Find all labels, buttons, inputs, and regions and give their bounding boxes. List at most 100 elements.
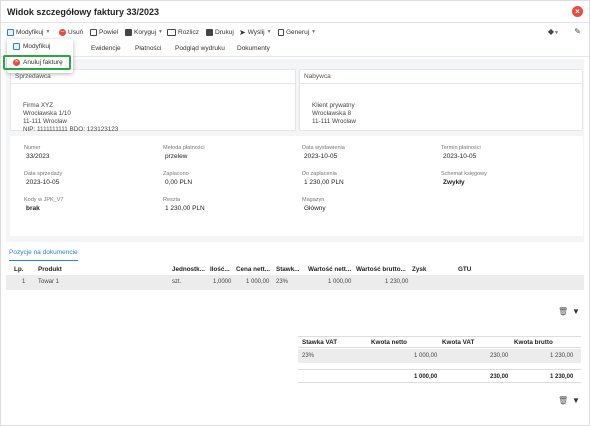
payment-method-value: przelew — [165, 153, 188, 160]
seller-card: Sprzedawca Firma XYZ Wrocławska 1/10 11-… — [10, 69, 296, 134]
col-quantity[interactable]: Ilość... — [210, 266, 230, 273]
invoice-detail-window: Widok szczegółowy faktury 33/2023 × Mody… — [0, 0, 590, 426]
buyer-name: Klient prywatny — [312, 102, 355, 109]
trash-icon[interactable]: 🗑 — [558, 307, 568, 316]
send-label: Wyślij — [247, 28, 265, 36]
edit-icon — [13, 43, 20, 50]
buyer-city: 11-111 Wrocław — [312, 118, 356, 125]
filter-icon[interactable]: ▼ — [572, 307, 580, 316]
vat-col-net[interactable]: Kwota netto — [371, 339, 407, 346]
vat-col-rate[interactable]: Stawka VAT — [302, 339, 337, 346]
cell-lp: 1 — [22, 279, 26, 285]
modify-button[interactable]: Modyfikuj ▼ — [7, 27, 50, 37]
col-product[interactable]: Produkt — [38, 266, 62, 273]
tab-print-preview[interactable]: Podgląd wydruku — [175, 45, 225, 52]
delete-button[interactable]: – Usuń — [59, 27, 83, 37]
warehouse-label: Magazyn — [302, 197, 325, 203]
tab-bar: e Ewidencje Płatności Podgląd wydruku Do… — [1, 41, 589, 57]
col-net-price[interactable]: Cena nett... — [236, 266, 270, 273]
positions-table-header: Lp. Produkt Jednostk... Ilość... Cena ne… — [6, 263, 584, 275]
vat-cell-gross: 1 230,00 — [550, 353, 574, 359]
table-row[interactable]: 1 Towar 1 szt. 1,0000 1 000,00 23% 1 000… — [6, 275, 584, 290]
cell-unit: szt. — [172, 279, 182, 285]
jpk-label: Kody w JPK_V7 — [24, 197, 64, 203]
highlight-box — [3, 55, 71, 70]
rest-label: Reszta — [163, 197, 181, 203]
document-icon — [278, 28, 284, 36]
col-net-value[interactable]: Wartość nett... — [308, 266, 351, 273]
toolbar: Modyfikuj ▼ – Usuń Powiel Koryguj ▼ Rozl… — [1, 24, 589, 40]
trash-icon[interactable]: 🗑 — [558, 396, 568, 405]
col-profit[interactable]: Zysk — [412, 266, 426, 273]
vat-col-gross[interactable]: Kwota brutto — [514, 339, 553, 346]
table-row[interactable]: 23% 1 000,00 230,00 1 230,00 — [298, 349, 581, 363]
generate-label: Generuj — [286, 28, 310, 36]
vat-table-header: Stawka VAT Kwota netto Kwota VAT Kwota b… — [298, 336, 581, 348]
chevron-down-icon: ▼ — [158, 29, 163, 35]
tag-icon[interactable]: ◆▼ — [548, 27, 559, 36]
invoice-info-panel: Numer 33/2023 Metoda płatności przelew D… — [10, 136, 583, 236]
due-date-value: 2023-10-05 — [443, 153, 477, 160]
vat-summary-row: 1 000,00 230,00 1 230,00 — [298, 369, 581, 383]
vat-cell-vat: 230,00 — [490, 353, 509, 359]
correct-button[interactable]: Koryguj ▼ — [125, 27, 163, 37]
cell-gross-value: 1 230,00 — [385, 279, 409, 285]
filter-icon[interactable]: ▼ — [572, 396, 580, 405]
title-bar: Widok szczegółowy faktury 33/2023 × — [1, 1, 589, 23]
vat-sum-gross: 1 230,00 — [550, 374, 574, 380]
vat-sum-vat: 230,00 — [490, 374, 509, 380]
generate-button[interactable]: Generuj ▼ — [278, 27, 316, 37]
tab-registers[interactable]: Ewidencje — [91, 45, 121, 52]
to-pay-label: Do zapłacenia — [302, 171, 337, 177]
cell-net-value: 1 000,00 — [328, 279, 352, 285]
vat-col-vat[interactable]: Kwota VAT — [442, 339, 474, 346]
cell-net-price: 1 000,00 — [246, 279, 270, 285]
close-icon[interactable]: × — [572, 6, 583, 17]
issue-date-label: Data wystawienia — [302, 145, 345, 151]
col-rate[interactable]: Stawk... — [276, 266, 299, 273]
col-gross-value[interactable]: Wartość brutto... — [356, 266, 406, 273]
warehouse-value: Główny — [304, 205, 326, 212]
delete-label: Usuń — [68, 28, 84, 36]
cell-rate: 23% — [276, 279, 289, 285]
sale-date-label: Data sprzedaży — [24, 171, 63, 177]
send-button[interactable]: ➤ Wyślij ▼ — [239, 27, 272, 37]
pencil-icon[interactable]: ✎ — [574, 27, 581, 36]
col-lp[interactable]: Lp. — [14, 266, 23, 273]
modify-label: Modyfikuj — [16, 28, 44, 36]
chevron-down-icon: ▼ — [266, 29, 272, 35]
correct-label: Koryguj — [134, 28, 157, 36]
due-date-label: Termin płatności — [441, 145, 481, 151]
number-label: Numer — [24, 145, 41, 151]
seller-city: 11-111 Wrocław — [23, 118, 67, 125]
tab-positions[interactable]: Pozycje na dokumencie — [9, 249, 78, 261]
chevron-down-icon: ▼ — [45, 29, 51, 35]
settle-button[interactable]: Rozlicz — [167, 27, 199, 37]
jpk-value: brak — [26, 205, 40, 212]
col-gtu[interactable]: GTU — [458, 266, 471, 273]
buyer-header: Nabywca — [300, 70, 582, 84]
payment-method-label: Metoda płatności — [163, 145, 205, 151]
repeat-label: Powiel — [99, 28, 119, 36]
copy-icon — [90, 28, 97, 36]
dropdown-item-modify-label: Modyfikuj — [23, 43, 51, 50]
dropdown-item-modify[interactable]: Modyfikuj — [13, 43, 50, 50]
cell-product: Towar 1 — [38, 279, 60, 285]
tab-payments[interactable]: Płatności — [135, 45, 161, 52]
seller-address: Firma XYZ Wrocławska 1/10 11-111 Wrocław… — [23, 102, 118, 134]
print-button[interactable]: Drukuj — [206, 27, 234, 37]
buyer-address: Klient prywatny Wrocławska 8 11-111 Wroc… — [312, 102, 356, 126]
issue-date-value: 2023-10-05 — [304, 153, 338, 160]
repeat-button[interactable]: Powiel — [90, 27, 118, 37]
printer-icon — [206, 28, 213, 36]
scheme-value: Zwykły — [443, 179, 465, 186]
col-unit[interactable]: Jednostk... — [172, 266, 205, 273]
settle-label: Rozlicz — [178, 28, 199, 36]
buyer-street: Wrocławska 8 — [312, 110, 352, 117]
vat-sum-net: 1 000,00 — [414, 374, 438, 380]
print-label: Drukuj — [215, 28, 234, 36]
paid-value: 0,00 PLN — [165, 179, 193, 186]
vat-cell-rate: 23% — [302, 353, 315, 359]
tab-documents[interactable]: Dokumenty — [237, 45, 270, 52]
number-value: 33/2023 — [26, 153, 50, 160]
